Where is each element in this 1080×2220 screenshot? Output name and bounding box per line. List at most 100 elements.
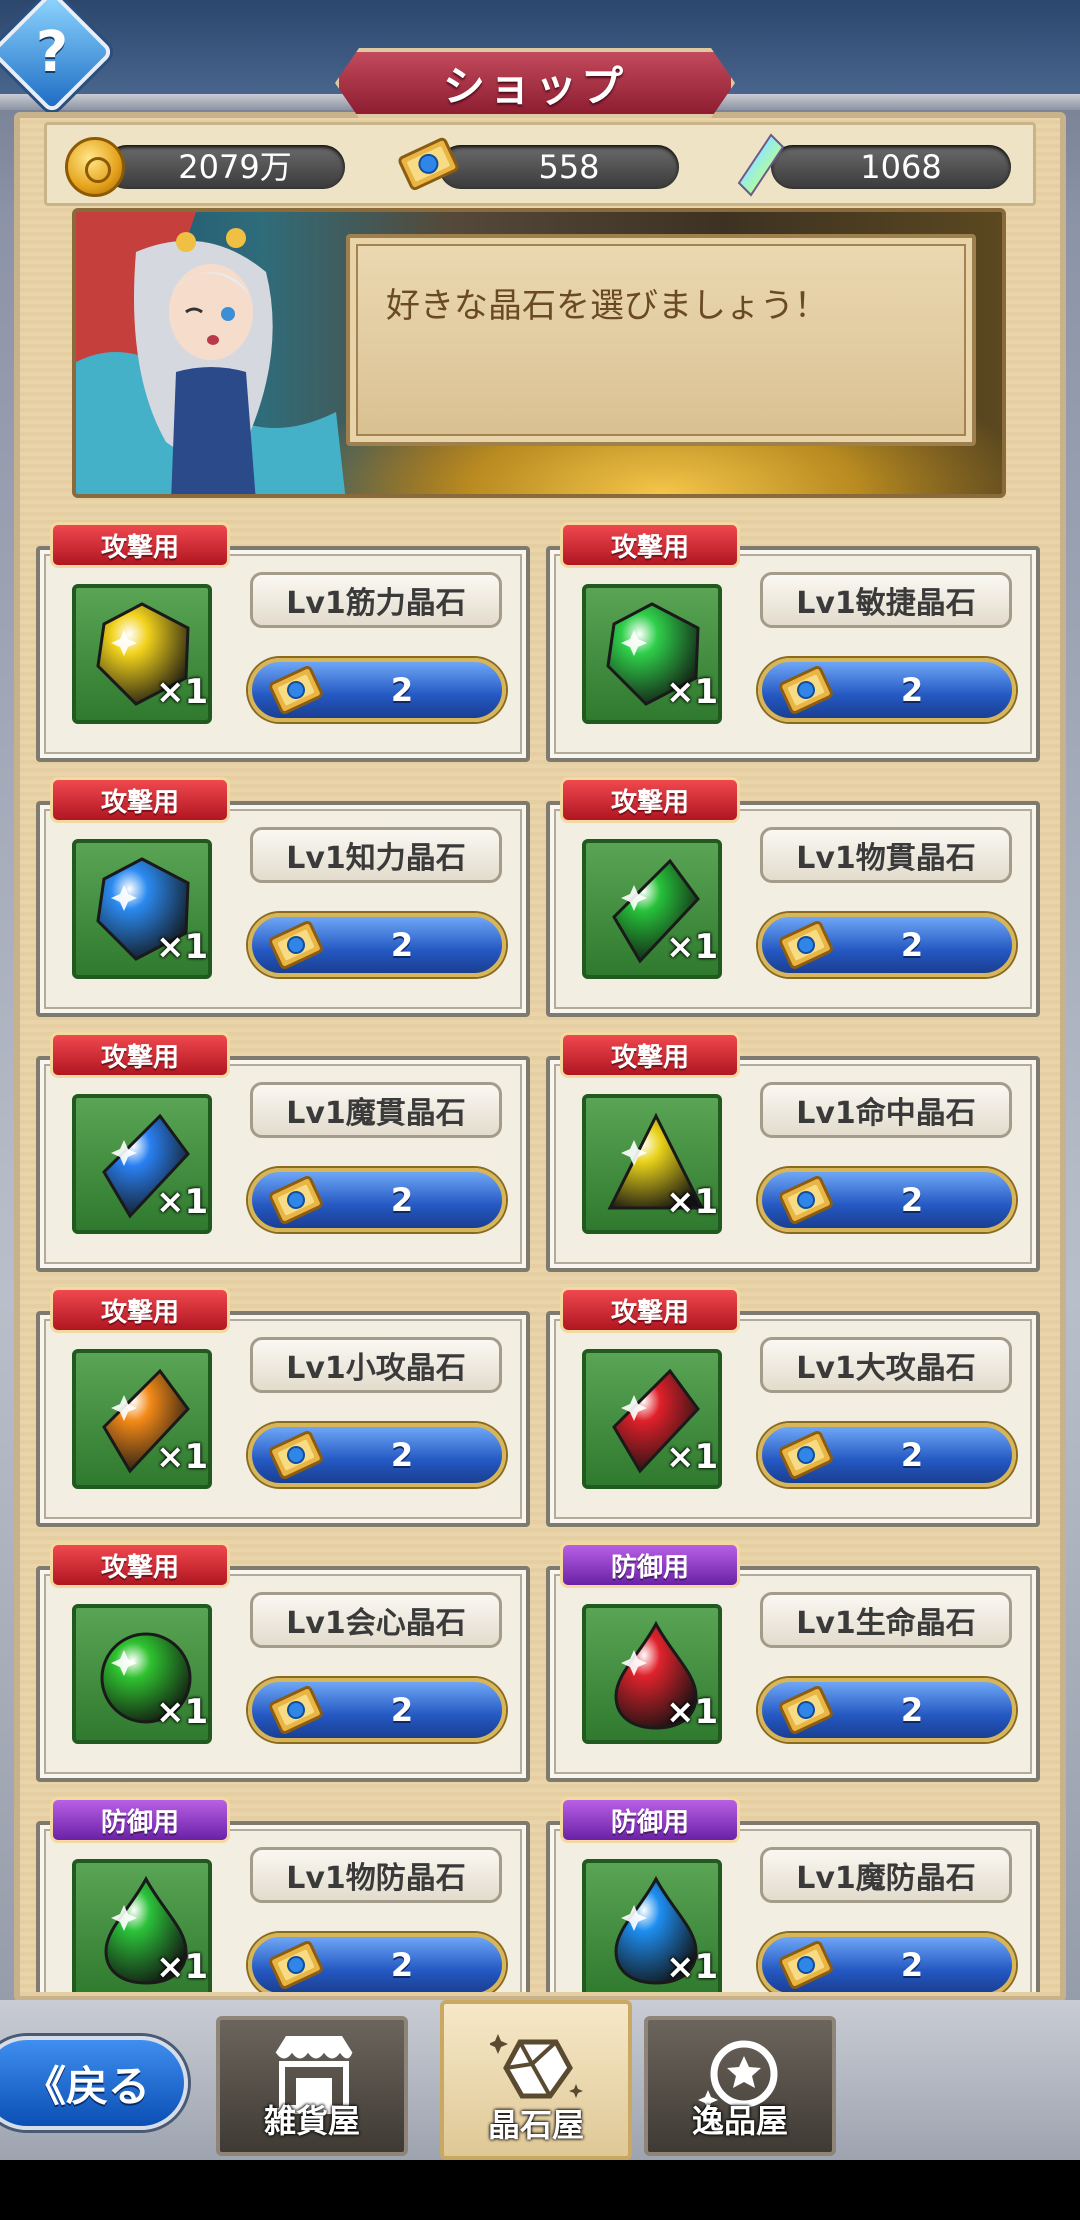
tab-crystal-shop[interactable]: 晶石屋: [440, 2000, 632, 2160]
crystal-value: 1068: [860, 148, 942, 186]
crystal-counter: 1068: [731, 133, 1031, 197]
buy-button[interactable]: 2: [758, 658, 1016, 722]
gold-counter: 2079万: [65, 137, 365, 197]
item-price: 2: [900, 1181, 924, 1219]
buy-button[interactable]: 2: [248, 1678, 506, 1742]
back-button[interactable]: 《戻る: [0, 2036, 188, 2130]
item-name: Lv1筋力晶石: [250, 572, 502, 628]
page-title: ショップ: [442, 61, 627, 111]
buy-button[interactable]: 2: [248, 1168, 506, 1232]
title-plate: ショップ: [335, 48, 735, 118]
item-quantity: ×1: [666, 927, 719, 967]
shop-item-card[interactable]: 攻撃用 ×1 Lv1会心晶石 2: [36, 1542, 530, 1782]
buy-button[interactable]: 2: [758, 1678, 1016, 1742]
ticket-counter: 558: [398, 137, 699, 191]
item-name: Lv1敏捷晶石: [760, 572, 1012, 628]
message-text: 好きな晶石を選びましょう！: [386, 286, 828, 326]
item-price: 2: [390, 1436, 414, 1474]
item-name: Lv1知力晶石: [250, 827, 502, 883]
category-tag: 攻撃用: [560, 1032, 740, 1078]
category-tag: 攻撃用: [50, 777, 230, 823]
buy-button[interactable]: 2: [248, 1423, 506, 1487]
shopkeeper-banner: 好きな晶石を選びましょう！: [72, 208, 1006, 498]
item-quantity: ×1: [156, 1182, 209, 1222]
category-tag: 攻撃用: [560, 522, 740, 568]
category-tag: 攻撃用: [560, 1287, 740, 1333]
item-quantity: ×1: [156, 1692, 209, 1732]
buy-button[interactable]: 2: [758, 1168, 1016, 1232]
item-price: 2: [390, 1181, 414, 1219]
shop-item-card[interactable]: 攻撃用 ×1 Lv1魔貫晶石 2: [36, 1032, 530, 1272]
system-nav-bar: [0, 2160, 1080, 2220]
item-name: Lv1物貫晶石: [760, 827, 1012, 883]
item-name: Lv1命中晶石: [760, 1082, 1012, 1138]
back-label: 《戻る: [24, 2061, 151, 2111]
category-tag: 攻撃用: [50, 1542, 230, 1588]
buy-button[interactable]: 2: [758, 1933, 1016, 1992]
category-tag: 攻撃用: [560, 777, 740, 823]
buy-button[interactable]: 2: [248, 913, 506, 977]
item-price: 2: [390, 1691, 414, 1729]
ticket-value: 558: [538, 148, 600, 186]
category-tag: 防御用: [50, 1797, 230, 1843]
rainbow-crystal-icon: [737, 133, 785, 197]
item-quantity: ×1: [666, 1437, 719, 1477]
item-name: Lv1魔貫晶石: [250, 1082, 502, 1138]
item-price: 2: [900, 1691, 924, 1729]
item-name: Lv1生命晶石: [760, 1592, 1012, 1648]
item-price: 2: [900, 1436, 924, 1474]
shop-item-card[interactable]: 攻撃用 ×1 Lv1筋力晶石 2: [36, 522, 530, 762]
gold-coin-icon: [65, 137, 125, 197]
shop-item-card[interactable]: 攻撃用 ×1 Lv1知力晶石 2: [36, 777, 530, 1017]
tab-label: 晶石屋: [487, 2106, 584, 2144]
tab-special-shop[interactable]: 逸品屋: [644, 2016, 836, 2156]
shop-item-card[interactable]: 攻撃用 ×1 Lv1物貫晶石 2: [546, 777, 1040, 1017]
item-grid: 攻撃用 ×1 Lv1筋力晶石 2 攻撃用 ×1 Lv1敏捷晶石 2 攻撃用 ×1…: [36, 522, 1044, 1992]
shop-item-card[interactable]: 防御用 ×1 Lv1魔防晶石 2: [546, 1797, 1040, 1992]
item-quantity: ×1: [156, 1437, 209, 1477]
item-price: 2: [390, 671, 414, 709]
item-quantity: ×1: [666, 1182, 719, 1222]
help-icon: ?: [35, 19, 69, 85]
buy-button[interactable]: 2: [758, 1423, 1016, 1487]
tab-label: 逸品屋: [691, 2102, 788, 2140]
shop-item-card[interactable]: 攻撃用 ×1 Lv1小攻晶石 2: [36, 1287, 530, 1527]
message-box: 好きな晶石を選びましょう！: [346, 234, 976, 446]
ticket-icon: [398, 137, 459, 191]
shop-screen: ? ショップ 2079万 558 1068 好きな晶石を選びましょう！ 攻撃用 …: [0, 0, 1080, 2160]
item-price: 2: [390, 926, 414, 964]
shop-item-card[interactable]: 防御用 ×1 Lv1物防晶石 2: [36, 1797, 530, 1992]
item-name: Lv1会心晶石: [250, 1592, 502, 1648]
gold-value: 2079万: [178, 148, 292, 186]
item-quantity: ×1: [156, 672, 209, 712]
item-price: 2: [390, 1946, 414, 1984]
buy-button[interactable]: 2: [248, 658, 506, 722]
category-tag: 攻撃用: [50, 522, 230, 568]
buy-button[interactable]: 2: [758, 913, 1016, 977]
item-price: 2: [900, 1946, 924, 1984]
category-tag: 攻撃用: [50, 1287, 230, 1333]
shopkeeper-portrait: [76, 212, 346, 494]
item-price: 2: [900, 926, 924, 964]
item-name: Lv1小攻晶石: [250, 1337, 502, 1393]
category-tag: 防御用: [560, 1797, 740, 1843]
shop-item-card[interactable]: 攻撃用 ×1 Lv1大攻晶石 2: [546, 1287, 1040, 1527]
item-name: Lv1大攻晶石: [760, 1337, 1012, 1393]
buy-button[interactable]: 2: [248, 1933, 506, 1992]
item-quantity: ×1: [666, 1947, 719, 1987]
tab-label: 雑貨屋: [263, 2102, 360, 2140]
item-quantity: ×1: [156, 927, 209, 967]
item-name: Lv1物防晶石: [250, 1847, 502, 1903]
item-price: 2: [900, 671, 924, 709]
shop-item-card[interactable]: 防御用 ×1 Lv1生命晶石 2: [546, 1542, 1040, 1782]
item-name: Lv1魔防晶石: [760, 1847, 1012, 1903]
item-quantity: ×1: [666, 672, 719, 712]
shop-item-card[interactable]: 攻撃用 ×1 Lv1敏捷晶石 2: [546, 522, 1040, 762]
category-tag: 防御用: [560, 1542, 740, 1588]
item-quantity: ×1: [156, 1947, 209, 1987]
tab-general-store[interactable]: 雑貨屋: [216, 2016, 408, 2156]
shop-item-card[interactable]: 攻撃用 ×1 Lv1命中晶石 2: [546, 1032, 1040, 1272]
currency-bar: 2079万 558 1068: [44, 122, 1036, 206]
item-quantity: ×1: [666, 1692, 719, 1732]
category-tag: 攻撃用: [50, 1032, 230, 1078]
